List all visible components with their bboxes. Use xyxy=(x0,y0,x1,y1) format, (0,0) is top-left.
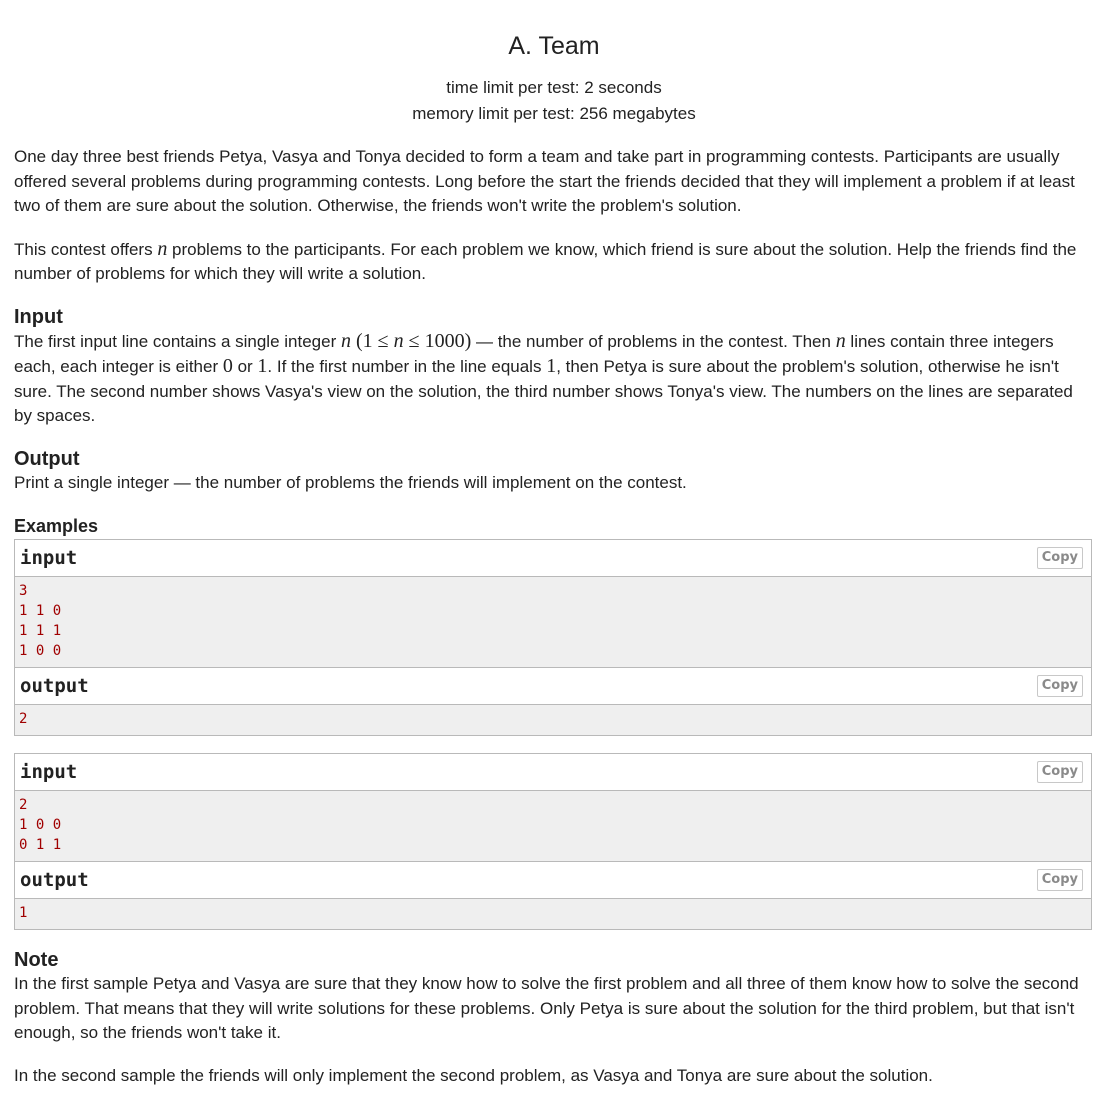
memory-limit: memory limit per test: 256 megabytes xyxy=(412,104,696,123)
example-output-label: output xyxy=(20,675,89,697)
example-output-content: 1 xyxy=(15,899,1091,929)
output-section-title: Output xyxy=(14,447,80,470)
example-input-line: 1 1 1 xyxy=(19,623,62,639)
note-section: Note In the first sample Petya and Vasya… xyxy=(14,948,1094,1088)
input-section-title: Input xyxy=(14,305,63,328)
example-output-line: 2 xyxy=(19,711,28,727)
math-variable-n: n xyxy=(157,237,168,260)
example-output-content: 2 xyxy=(15,705,1091,735)
input-spec-text: The first input line contains a single i… xyxy=(14,329,1073,426)
example-input-line: 0 1 1 xyxy=(19,837,62,853)
example-input-line: 1 0 0 xyxy=(19,817,62,833)
example-output-label: output xyxy=(20,869,89,891)
example-input-line: 2 xyxy=(19,797,28,813)
example-block: input Copy 2 1 0 0 0 1 1 output Copy 1 xyxy=(14,753,1092,930)
input-specification: Input The first input line contains a si… xyxy=(14,305,1094,429)
note-paragraph-1: In the first sample Petya and Vasya are … xyxy=(14,974,1079,1042)
note-paragraph-2: In the second sample the friends will on… xyxy=(14,1065,933,1085)
example-input-label: input xyxy=(20,547,78,569)
math-constraint: (1 ≤ n ≤ 1000) xyxy=(355,329,472,352)
output-specification: Output Print a single integer — the numb… xyxy=(14,447,1094,496)
example-input-line: 1 0 0 xyxy=(19,643,62,659)
copy-output-button[interactable]: Copy xyxy=(1036,869,1083,891)
example-input-content: 2 1 0 0 0 1 1 xyxy=(15,791,1091,862)
example-input-line: 1 1 0 xyxy=(19,603,62,619)
copy-output-button[interactable]: Copy xyxy=(1036,675,1083,697)
time-limit: time limit per test: 2 seconds xyxy=(446,78,662,97)
example-output-header: output Copy xyxy=(15,668,1091,705)
problem-statement: A. Team time limit per test: 2 seconds m… xyxy=(0,0,1109,1093)
note-title: Note xyxy=(14,949,59,971)
example-input-header: input Copy xyxy=(15,540,1091,577)
example-output-line: 1 xyxy=(19,905,28,921)
problem-title: A. Team xyxy=(508,32,600,60)
copy-input-button[interactable]: Copy xyxy=(1036,547,1083,569)
example-input-header: input Copy xyxy=(15,754,1091,791)
problem-header: A. Team time limit per test: 2 seconds m… xyxy=(14,0,1094,127)
copy-input-button[interactable]: Copy xyxy=(1036,761,1083,783)
example-input-content: 3 1 1 0 1 1 1 1 0 0 xyxy=(15,577,1091,668)
examples-title: Examples xyxy=(14,516,99,536)
output-spec-text: Print a single integer — the number of p… xyxy=(14,472,687,492)
problem-legend: One day three best friends Petya, Vasya … xyxy=(14,145,1094,287)
example-input-line: 3 xyxy=(19,583,28,599)
legend-paragraph-2: This contest offers n problems to the pa… xyxy=(14,237,1077,284)
example-output-header: output Copy xyxy=(15,862,1091,899)
example-block: input Copy 3 1 1 0 1 1 1 1 0 0 output Copy 2 xyxy=(14,539,1092,736)
examples-container: input Copy 3 1 1 01 1 11 0 0 output Copy 2 inpu… xyxy=(14,539,1094,930)
legend-paragraph-1: One day three best friends Petya, Vasya … xyxy=(14,147,1075,215)
example-input-label: input xyxy=(20,761,78,783)
